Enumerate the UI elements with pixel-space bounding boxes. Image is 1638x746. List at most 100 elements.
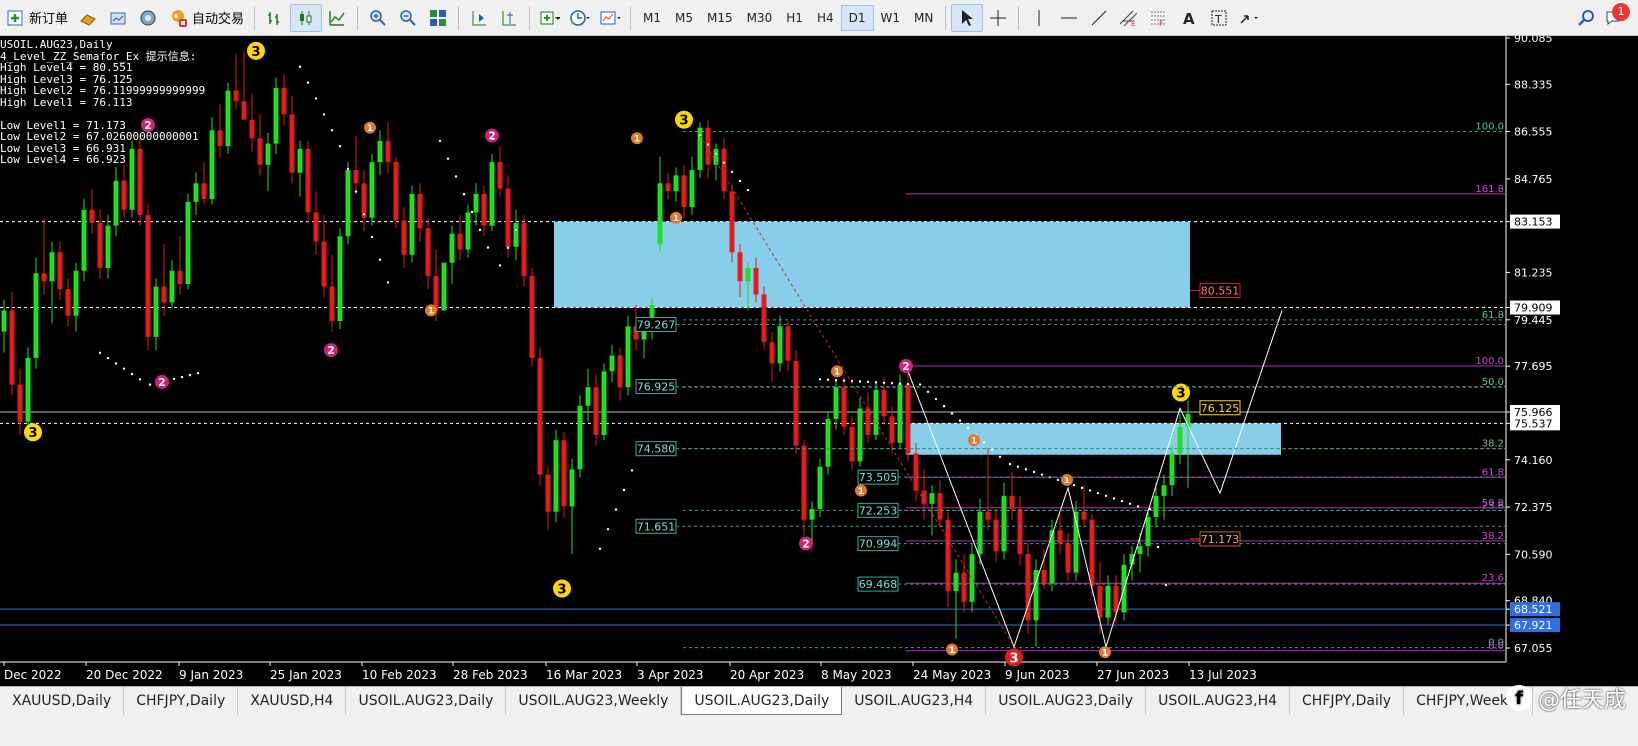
candle-body [57,252,63,290]
tab-chfjpy-daily-2[interactable]: CHFJPY,Daily [1290,687,1405,715]
candle-body [545,474,551,512]
candle-body [9,310,15,385]
zoom-in-icon [368,8,388,28]
vertical-line-button[interactable] [1024,4,1054,32]
chart-shift-button[interactable] [464,4,494,32]
timeframe-m15[interactable]: M15 [700,5,740,31]
tab-xauusd-daily[interactable]: XAUUSD,Daily [0,687,125,715]
candle-body [177,270,183,284]
periods-button[interactable] [565,4,595,32]
notification-count: 1 [1612,2,1630,21]
date-axis-label: 28 Feb 2023 [453,668,528,682]
candle-body [33,273,39,359]
price-axis-label: 86.555 [1514,125,1553,138]
timeframe-mn[interactable]: MN [907,5,940,31]
timeframe-h4[interactable]: H4 [810,5,841,31]
timeframe-w1[interactable]: W1 [874,5,908,31]
line-chart-button[interactable] [322,4,352,32]
templates-button[interactable] [595,4,625,32]
candle-body [169,270,175,303]
text-label-button[interactable]: T [1204,4,1234,32]
sar-dot [354,190,358,193]
zoom-in-button[interactable] [363,4,393,32]
sar-dot [188,373,192,377]
timeframe-m1[interactable]: M1 [636,5,668,31]
text-icon: A [1179,8,1199,28]
candle-body [153,286,159,337]
candle-body [209,130,215,200]
sar-dot [106,356,110,360]
semafor-label: 3 [1176,385,1185,401]
semafor-label: 1 [834,368,840,378]
candle-body [665,183,671,192]
tab-usoil-weekly[interactable]: USOIL.AUG23,Weekly [506,687,682,715]
zoom-out-button[interactable] [393,4,423,32]
sar-dot [378,258,382,261]
candle-body [481,193,487,226]
timeframe-m5[interactable]: M5 [668,5,700,31]
navigator-button[interactable] [133,4,163,32]
indicators-button[interactable] [535,4,565,32]
data-window-button[interactable] [103,4,133,32]
price-box-label: 79.267 [637,319,676,332]
notifications-button[interactable]: 1 [1604,2,1630,29]
horizontal-line-button[interactable] [1054,4,1084,32]
sar-dot [834,378,838,382]
candle-body [441,262,447,311]
timeframe-h1[interactable]: H1 [779,5,810,31]
candle-body [801,445,807,520]
sar-dot [874,381,878,384]
candle-body [233,90,239,102]
price-axis-label: 79.445 [1514,314,1553,327]
arrows-button[interactable] [1234,4,1264,32]
tab-usoil-h4-2[interactable]: USOIL.AUG23,H4 [1146,687,1291,715]
bar-chart-button[interactable] [260,4,290,32]
chart-area[interactable]: 100.0 61.8 50.0 38.2 23.6 0.0 161.8 100.0 61.8 50… [0,32,1638,686]
price-box-label: 71.651 [637,520,676,533]
tab-usoil-daily-1[interactable]: USOIL.AUG23,Daily [346,687,507,715]
toolbar-separator [529,5,531,30]
candle-body [977,511,983,555]
candle-body [417,193,423,229]
tile-windows-button[interactable] [423,4,453,32]
tab-xauusd-h4[interactable]: XAUUSD,H4 [238,687,347,715]
sar-dot [890,382,894,385]
bar-chart-icon [265,8,285,28]
crosshair-tool-button[interactable] [983,4,1013,32]
toolbar-separator [1018,5,1020,30]
tab-usoil-daily-active[interactable]: USOIL.AUG23,Daily [681,687,843,715]
fibonacci-button[interactable]: F [1144,4,1174,32]
candle-body [1041,569,1047,584]
tab-usoil-daily-2[interactable]: USOIL.AUG23,Daily [986,687,1147,715]
sar-dot [918,383,922,386]
candle-body [937,493,943,520]
candle-body [73,270,79,316]
price-axis-label: 83.153 [1514,216,1553,229]
date-axis-label: 10 Feb 2023 [362,668,437,682]
candlestick-button[interactable] [290,3,323,32]
search-icon[interactable] [1576,8,1596,28]
sar-dot [298,65,302,68]
text-tool-button[interactable]: A [1174,4,1204,32]
cursor-tool-button[interactable] [951,3,984,32]
tab-chfjpy-daily[interactable]: CHFJPY,Daily [124,687,239,715]
candle-body [1009,495,1015,510]
timeframe-m30[interactable]: M30 [740,5,780,31]
candle-body [889,416,895,443]
trendline-button[interactable] [1084,4,1114,32]
sar-dot [1032,470,1036,474]
candle-body [281,87,287,115]
auto-trade-button[interactable]: 自动交易 [163,4,249,32]
autoscroll-button[interactable] [494,4,524,32]
tab-usoil-h4-1[interactable]: USOIL.AUG23,H4 [842,687,987,715]
candle-body [1105,585,1111,618]
channel-button[interactable]: E [1114,4,1144,32]
sar-dot [1080,486,1084,490]
timeframe-d1[interactable]: D1 [840,4,874,31]
candlestick-chart[interactable]: 100.061.850.038.223.60.0161.8100.061.850… [0,32,1638,686]
text-label-icon: T [1209,8,1229,28]
market-watch-button[interactable] [73,4,103,32]
toolbar-separator [357,5,359,30]
sar-dot [714,152,718,155]
new-order-button[interactable]: 新订单 [0,4,73,32]
